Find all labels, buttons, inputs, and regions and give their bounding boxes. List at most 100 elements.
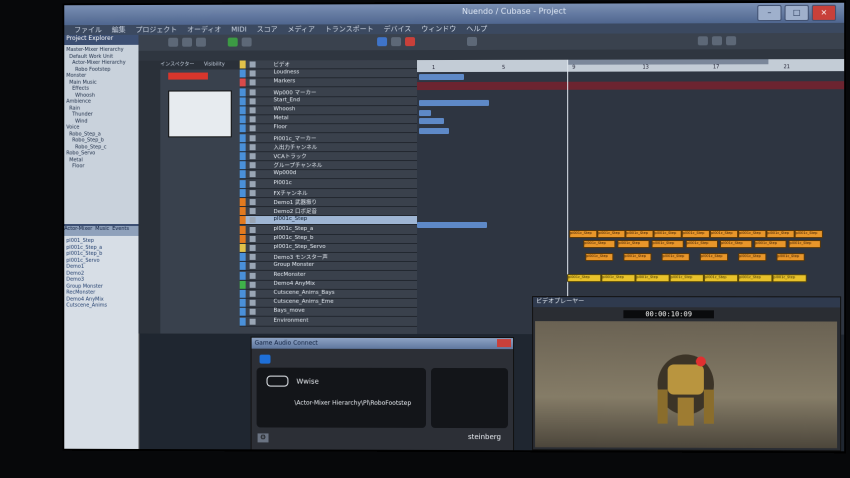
event-clip[interactable]	[419, 128, 450, 135]
event-viewer-tab[interactable]: Actor-Mixer	[64, 226, 92, 232]
track-row[interactable]: ビデオ	[239, 60, 418, 70]
play-button[interactable]	[377, 37, 388, 47]
event-clip[interactable]: pl001c_Step	[583, 240, 616, 249]
event-clip[interactable]: pl001c_Step	[794, 230, 823, 239]
track-row[interactable]: Wp000d	[239, 170, 418, 180]
inspector-track-name[interactable]	[168, 72, 208, 80]
track-row[interactable]: VCAトラック	[239, 152, 418, 162]
event-clip[interactable]	[417, 221, 488, 229]
gear-icon[interactable]: ⚙	[257, 433, 269, 443]
tool-button[interactable]	[711, 36, 723, 46]
event-clip[interactable]: pl001c_Step	[585, 253, 614, 262]
event-clip[interactable]: pl001c_Step	[772, 274, 807, 283]
event-viewer-tab[interactable]: Events	[112, 226, 129, 232]
menu-item[interactable]: 編集	[112, 26, 126, 34]
event-clip[interactable]: pl001c_Step	[776, 253, 805, 262]
track-row[interactable]: pl001c_Step	[239, 216, 418, 226]
track-row[interactable]: FXチャンネル	[239, 188, 418, 198]
record-button[interactable]	[405, 37, 416, 47]
stop-button[interactable]	[391, 37, 402, 47]
track-row[interactable]: Demo3 モンスター声	[239, 253, 418, 263]
event-clip[interactable]	[419, 110, 432, 117]
track-row[interactable]: Bays_move	[239, 308, 418, 318]
menu-item[interactable]: MIDI	[231, 26, 246, 34]
track-row[interactable]: Demo2 口ボ足音	[239, 207, 418, 217]
track-row[interactable]: Markers	[239, 78, 418, 88]
event-clip[interactable]: pl001c_Step	[738, 253, 767, 262]
menu-item[interactable]: ヘルプ	[466, 25, 487, 33]
track-row[interactable]: グループチャンネル	[239, 161, 418, 171]
track-row[interactable]: pl001c_Step_a	[239, 225, 418, 235]
tool-button[interactable]	[195, 37, 206, 47]
menu-item[interactable]: オーディオ	[187, 26, 221, 34]
track-row[interactable]: Whoosh	[239, 106, 418, 116]
menu-item[interactable]: ウィンドウ	[421, 25, 456, 33]
track-row[interactable]: Start_End	[239, 96, 418, 107]
track-row[interactable]: Floor	[239, 124, 418, 134]
event-clip[interactable]	[419, 118, 445, 125]
track-row[interactable]: Environment	[239, 317, 418, 327]
menu-item[interactable]: プロジェクト	[136, 26, 178, 34]
tool-button[interactable]	[467, 36, 478, 46]
event-clip[interactable]: pl001c_Step	[623, 253, 652, 262]
event-clip[interactable]: pl001c_Step	[738, 274, 773, 283]
ruler[interactable]: 1 5 9 13 17 21	[417, 59, 845, 73]
event-clip[interactable]	[419, 99, 490, 107]
track-row[interactable]: RecMonster	[239, 271, 418, 281]
event-clip[interactable]: pl001c_Step	[635, 274, 670, 283]
close-button[interactable]	[497, 339, 512, 348]
event-clip[interactable]: pl001c_Step	[625, 230, 654, 239]
tool-button[interactable]	[168, 37, 179, 47]
event-clip[interactable]: pl001c_Step	[597, 230, 626, 239]
event-clip[interactable]: pl001c_Step	[709, 230, 739, 239]
event-clip[interactable]: pl001c_Step	[661, 253, 690, 262]
project-cursor[interactable]	[567, 59, 569, 335]
track-row[interactable]: Demo4 AnyMix	[239, 280, 418, 290]
event-clip[interactable]: pl001c_Step	[601, 274, 636, 283]
track-row[interactable]: Cutscene_Anims_Bays	[239, 289, 418, 299]
inspector-notepad[interactable]	[168, 90, 232, 138]
event-clip[interactable]: pl001c_Step	[567, 274, 602, 283]
track-row[interactable]: Loudness	[239, 69, 418, 79]
track-row[interactable]: Cutscene_Anims_Eme	[239, 298, 418, 309]
tree-item[interactable]: Floor	[66, 163, 136, 170]
tool-button[interactable]	[241, 37, 252, 47]
tool-button[interactable]	[726, 36, 737, 46]
event-clip[interactable]: pl001c_Step	[651, 240, 684, 249]
track-row[interactable]: Demo1 武器振り	[239, 198, 418, 208]
close-button[interactable]: ×	[811, 4, 837, 21]
track-row[interactable]: Group Monster	[239, 262, 418, 272]
track-row[interactable]: Metal	[239, 115, 418, 125]
track-row[interactable]: pl001c_Step_b	[239, 234, 418, 244]
event-clip[interactable]	[419, 73, 465, 81]
track-row[interactable]: Pl001c_マーカー	[239, 133, 418, 143]
list-item[interactable]: Cutscene_Anims	[66, 303, 136, 310]
event-clip[interactable]: pl001c_Step	[703, 274, 739, 283]
maximize-button[interactable]: □	[784, 4, 809, 22]
track-row[interactable]: Wp000 マーカー	[239, 87, 418, 97]
event-clip[interactable]: pl001c_Step	[788, 240, 821, 249]
event-clip[interactable]: pl001c_Step	[766, 230, 795, 239]
power-button[interactable]	[259, 354, 271, 364]
event-viewer-tab[interactable]: Music	[95, 226, 109, 232]
menu-item[interactable]: スコア	[257, 26, 278, 34]
event-clip[interactable]: pl001c_Step	[699, 253, 729, 262]
arrangement-area[interactable]: 1 5 9 13 17 21 pl001c_Step pl001c_Step pl001c_S…	[417, 59, 845, 335]
tool-button[interactable]	[182, 37, 193, 47]
track-row[interactable]: pl001c_Step_Servo	[239, 243, 418, 253]
event-clip[interactable]: pl001c_Step	[738, 230, 767, 239]
menu-item[interactable]: トランスポート	[325, 25, 374, 33]
menu-item[interactable]: ファイル	[74, 26, 102, 34]
track-row[interactable]: Pl001c	[239, 179, 418, 189]
tool-button[interactable]	[227, 37, 238, 47]
event-clip[interactable]: pl001c_Step	[754, 240, 787, 249]
event-clip[interactable]: pl001c_Step	[669, 274, 704, 283]
menu-item[interactable]: デバイス	[384, 25, 412, 33]
track-row[interactable]: 入出力チャンネル	[239, 142, 418, 153]
event-clip[interactable]: pl001c_Step	[617, 240, 650, 249]
tool-button[interactable]	[697, 36, 708, 46]
menu-item[interactable]: メディア	[287, 25, 314, 33]
event-clip[interactable]: pl001c_Step	[720, 240, 753, 249]
event-clip[interactable]: pl001c_Step	[569, 230, 598, 239]
minimize-button[interactable]: –	[757, 4, 782, 22]
